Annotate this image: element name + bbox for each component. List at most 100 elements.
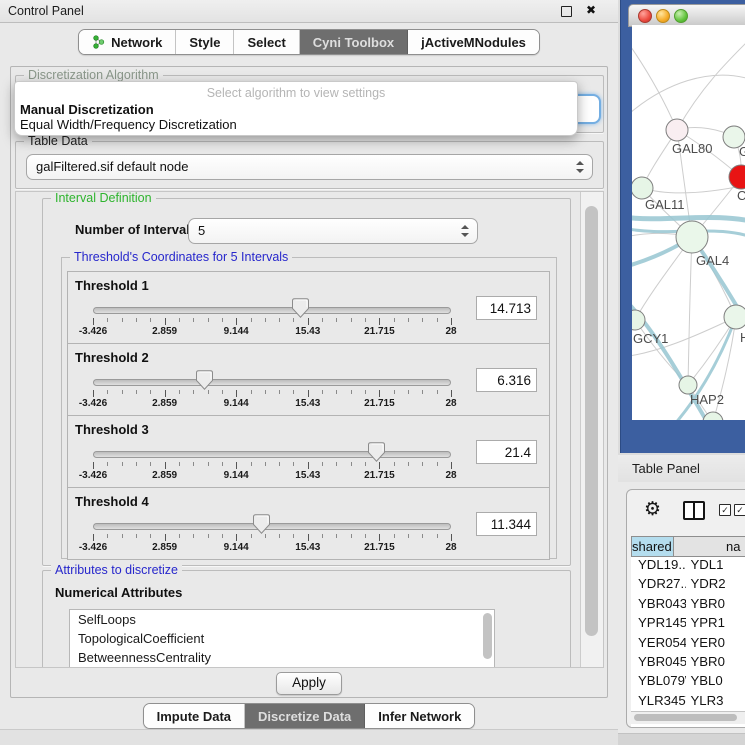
slider-ticks <box>93 317 451 325</box>
select-checkbox-icon[interactable]: ✓ <box>719 504 731 516</box>
network-node-gal80[interactable] <box>666 119 688 141</box>
tick-label: -3.426 <box>79 470 107 481</box>
tab-network[interactable]: Network <box>79 30 176 54</box>
select-all-checkbox-icon[interactable]: ✓ <box>734 504 745 516</box>
minimize-traffic-light-icon[interactable] <box>656 9 670 23</box>
tick-label: 9.144 <box>224 470 249 481</box>
tab-discretize-data[interactable]: Discretize Data <box>245 704 365 728</box>
table-row[interactable]: YBR043CYBR0 <box>631 596 745 615</box>
table-cell: YBR043C <box>631 596 686 615</box>
thresholds-group-title: Threshold's Coordinates for 5 Intervals <box>70 250 292 264</box>
table-row[interactable]: YPR145WYPR1 <box>631 615 745 634</box>
close-traffic-light-icon[interactable] <box>638 9 652 23</box>
table-cell: YER0 <box>686 635 745 654</box>
slider-handle[interactable] <box>196 370 213 390</box>
slider-handle[interactable] <box>292 298 309 318</box>
threshold-value-field[interactable] <box>476 512 537 536</box>
network-window-titlebar[interactable] <box>628 4 745 27</box>
slider-handle[interactable] <box>253 514 270 534</box>
threshold-slider[interactable]: -3.4262.8599.14415.4321.71528 <box>93 512 451 556</box>
number-of-intervals-value: 5 <box>198 219 205 243</box>
threshold-value-field[interactable] <box>476 368 537 392</box>
table-hscrollbar-thumb[interactable] <box>634 714 737 721</box>
tab-cyni-toolbox[interactable]: Cyni Toolbox <box>300 30 408 54</box>
float-window-icon[interactable] <box>561 6 572 17</box>
table-data-group: Table Data galFiltered.sif default node <box>15 141 604 189</box>
numerical-attributes-list[interactable]: SelfLoopsTopologicalCoefficientBetweenne… <box>69 609 495 667</box>
settings-scrollbar-thumb[interactable] <box>585 206 598 636</box>
dropdown-option-manual-discretization[interactable]: Manual Discretization <box>19 102 573 117</box>
interval-definition-group: Interval Definition Number of Intervals … <box>42 198 571 566</box>
tab-label: Infer Network <box>378 709 461 724</box>
table-row[interactable]: YDR27...YDR2 <box>631 576 745 595</box>
tab-select[interactable]: Select <box>234 30 299 54</box>
combo-spinner-icon <box>461 225 469 237</box>
table-row[interactable]: YBR045CYBR0 <box>631 654 745 673</box>
table-data-combobox[interactable]: galFiltered.sif default node <box>26 154 593 180</box>
slider-track[interactable] <box>93 307 451 314</box>
threshold-label: Threshold 2 <box>75 350 149 365</box>
settings-scrollbar[interactable] <box>580 192 603 667</box>
slider-track[interactable] <box>93 523 451 530</box>
network-view-window: GAL80GCGAL11GAL4GCY1HHAP2 <box>620 0 745 453</box>
node-table: shared...na YDL19...YDL1YDR27...YDR2YBR0… <box>631 536 745 727</box>
table-cell: YPR1 <box>686 615 745 634</box>
table-row[interactable]: YER054CYER0 <box>631 635 745 654</box>
tick-label: 2.859 <box>152 398 177 409</box>
table-cell: YBR045C <box>631 654 686 673</box>
table-data-group-title: Table Data <box>24 134 92 148</box>
threshold-slider[interactable]: -3.4262.8599.14415.4321.71528 <box>93 440 451 484</box>
network-node-gal4[interactable] <box>676 221 708 253</box>
settings-scrollpane: Interval Definition Number of Intervals … <box>15 191 604 668</box>
tab-impute-data[interactable]: Impute Data <box>144 704 245 728</box>
table-toolbar: ⚙ ✓ ✓ <box>627 490 745 532</box>
network-node-h[interactable] <box>724 305 745 329</box>
number-of-intervals-label: Number of Intervals <box>75 222 197 237</box>
tab-label: jActiveMNodules <box>421 35 526 50</box>
zoom-traffic-light-icon[interactable] <box>674 9 688 23</box>
tab-label: Discretize Data <box>258 709 351 724</box>
slider-track[interactable] <box>93 451 451 458</box>
thresholds-group: Threshold's Coordinates for 5 Intervals … <box>61 257 557 559</box>
threshold-slider[interactable]: -3.4262.8599.14415.4321.71528 <box>93 296 451 340</box>
table-hscrollbar[interactable] <box>631 711 745 724</box>
column-header-2[interactable]: na <box>674 536 745 557</box>
combo-spinner-icon <box>576 161 584 173</box>
network-node-gcy1[interactable] <box>632 310 645 330</box>
tick-label: 9.144 <box>224 542 249 553</box>
threshold-panel-3: Threshold 3 -3.4262.8599.14415.4321.71528 <box>67 415 550 488</box>
interval-definition-title: Interval Definition <box>51 192 156 205</box>
threshold-slider[interactable]: -3.4262.8599.14415.4321.71528 <box>93 368 451 412</box>
close-icon[interactable]: ✖ <box>586 3 596 17</box>
table-row[interactable]: YLR345WYLR3 <box>631 693 745 712</box>
node-label: GAL11 <box>645 197 685 212</box>
columns-icon[interactable] <box>683 501 705 520</box>
tab-style[interactable]: Style <box>176 30 234 54</box>
table-panel-titlebar: Table Panel <box>618 455 745 483</box>
table-row[interactable]: YDL19...YDL1 <box>631 557 745 576</box>
dropdown-option-equal-width-frequency-discretization[interactable]: Equal Width/Frequency Discretization <box>19 117 573 132</box>
threshold-value-field[interactable] <box>476 440 537 464</box>
attribute-item-betweennesscentrality[interactable]: BetweennessCentrality <box>70 648 494 667</box>
control-panel: Control Panel ✖ NetworkStyleSelectCyni T… <box>0 0 619 745</box>
attribute-item-selfloops[interactable]: SelfLoops <box>70 610 494 629</box>
threshold-label: Threshold 3 <box>75 422 149 437</box>
attribute-item-topologicalcoefficient[interactable]: TopologicalCoefficient <box>70 629 494 648</box>
slider-handle[interactable] <box>368 442 385 462</box>
apply-button[interactable]: Apply <box>276 672 342 695</box>
gear-icon[interactable]: ⚙ <box>644 498 661 521</box>
node-label: HAP2 <box>690 392 724 407</box>
network-node-gal11[interactable] <box>632 177 653 199</box>
list-scrollbar-thumb[interactable] <box>483 613 492 659</box>
network-node[interactable] <box>703 412 723 420</box>
number-of-intervals-combobox[interactable]: 5 <box>188 218 478 244</box>
table-row[interactable]: YBL079WYBL0 <box>631 673 745 692</box>
slider-track[interactable] <box>93 379 451 386</box>
settings-viewport: Interval Definition Number of Intervals … <box>16 192 581 667</box>
table-panel-inner: ⚙ ✓ ✓ shared...na YDL19...YDL1YDR27...YD… <box>626 489 745 728</box>
column-header-1[interactable]: shared... <box>631 536 674 557</box>
network-canvas[interactable]: GAL80GCGAL11GAL4GCY1HHAP2 <box>632 25 745 420</box>
tab-jactivemnodules[interactable]: jActiveMNodules <box>408 30 539 54</box>
threshold-value-field[interactable] <box>476 296 537 320</box>
tab-infer-network[interactable]: Infer Network <box>365 704 474 728</box>
